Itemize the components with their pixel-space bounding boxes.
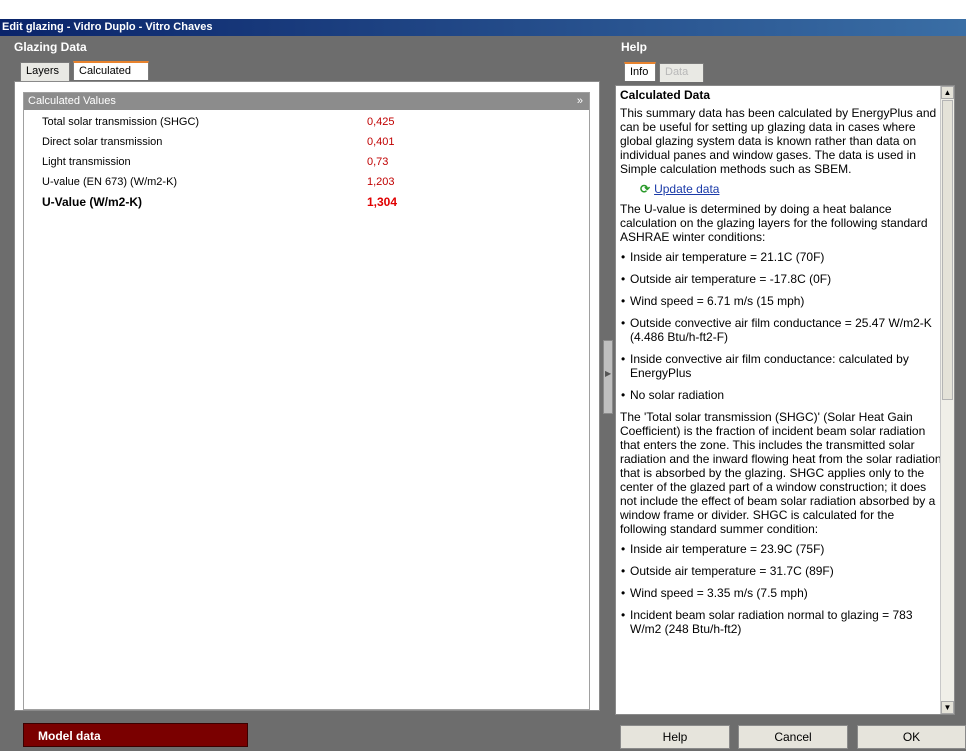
cancel-button[interactable]: Cancel — [738, 725, 848, 749]
tab-info[interactable]: Info — [624, 62, 656, 81]
row-label: U-Value (W/m2-K) — [42, 195, 143, 209]
ok-button[interactable]: OK — [857, 725, 966, 749]
help-scrollbar[interactable]: ▲ ▼ — [940, 86, 954, 714]
list-item: Wind speed = 6.71 m/s (15 mph) — [620, 294, 942, 308]
row-u-value-en673: U-value (EN 673) (W/m2-K) 1,203 — [24, 172, 589, 192]
help-content: Calculated Data This summary data has be… — [620, 88, 942, 644]
help-panel: Calculated Data This summary data has be… — [615, 85, 955, 715]
winter-conditions-list: Inside air temperature = 21.1C (70F) Out… — [620, 250, 942, 402]
row-light-transmission: Light transmission 0,73 — [24, 152, 589, 172]
collapse-icon[interactable]: » — [577, 93, 583, 110]
model-data-button[interactable]: Model data — [23, 723, 248, 747]
scroll-thumb[interactable] — [942, 100, 953, 400]
tab-calculated[interactable]: Calculated — [73, 61, 149, 80]
update-data-link[interactable]: ⟳ Update data — [640, 182, 942, 196]
list-item: Inside air temperature = 21.1C (70F) — [620, 250, 942, 264]
list-item: Inside convective air film conductance: … — [620, 352, 942, 380]
list-item: Outside air temperature = -17.8C (0F) — [620, 272, 942, 286]
row-value: 0,73 — [367, 156, 389, 168]
row-value: 1,203 — [367, 176, 395, 188]
refresh-icon: ⟳ — [640, 182, 651, 196]
help-header: Help — [621, 40, 648, 54]
shgc-text: The 'Total solar transmission (SHGC)' (S… — [620, 410, 942, 536]
help-title: Calculated Data — [620, 88, 711, 102]
row-label: Light transmission — [42, 156, 131, 168]
row-label: Direct solar transmission — [42, 136, 163, 148]
uvalue-text: The U-value is determined by doing a hea… — [620, 202, 928, 244]
list-item: Outside air temperature = 31.7C (89F) — [620, 564, 942, 578]
row-value: 0,425 — [367, 116, 395, 128]
row-value: 1,304 — [367, 195, 398, 209]
tab-data: Data — [659, 63, 704, 82]
scroll-down-icon[interactable]: ▼ — [941, 701, 954, 714]
scroll-up-icon[interactable]: ▲ — [941, 86, 954, 99]
help-button[interactable]: Help — [620, 725, 730, 749]
calculated-values-section: Calculated Values » Total solar transmis… — [23, 92, 590, 710]
list-item: Wind speed = 3.35 m/s (7.5 mph) — [620, 586, 942, 600]
row-label: U-value (EN 673) (W/m2-K) — [42, 176, 178, 188]
row-direct-solar: Direct solar transmission 0,401 — [24, 132, 589, 152]
glazing-data-header: Glazing Data — [14, 39, 600, 56]
splitter-arrow-icon: ▶ — [605, 369, 612, 378]
summer-conditions-list: Inside air temperature = 23.9C (75F) Out… — [620, 542, 942, 636]
row-shgc: Total solar transmission (SHGC) 0,425 — [24, 112, 589, 132]
list-item: No solar radiation — [620, 388, 942, 402]
window-title: Edit glazing - Vidro Duplo - Vitro Chave… — [0, 19, 966, 36]
list-item: Inside air temperature = 23.9C (75F) — [620, 542, 942, 556]
list-item: Outside convective air film conductance … — [620, 316, 942, 344]
calculated-panel: Calculated Values » Total solar transmis… — [14, 81, 600, 711]
list-item: Incident beam solar radiation normal to … — [620, 608, 942, 636]
row-value: 0,401 — [367, 136, 395, 148]
update-data-label: Update data — [654, 182, 720, 196]
row-label: Total solar transmission (SHGC) — [42, 116, 200, 128]
help-intro: This summary data has been calculated by… — [620, 106, 937, 176]
tab-layers[interactable]: Layers — [20, 62, 70, 81]
section-header[interactable]: Calculated Values » — [24, 93, 589, 110]
row-u-value: U-Value (W/m2-K) 1,304 — [24, 192, 589, 212]
panel-splitter[interactable]: ▶ — [603, 340, 613, 414]
section-title: Calculated Values — [28, 95, 116, 107]
